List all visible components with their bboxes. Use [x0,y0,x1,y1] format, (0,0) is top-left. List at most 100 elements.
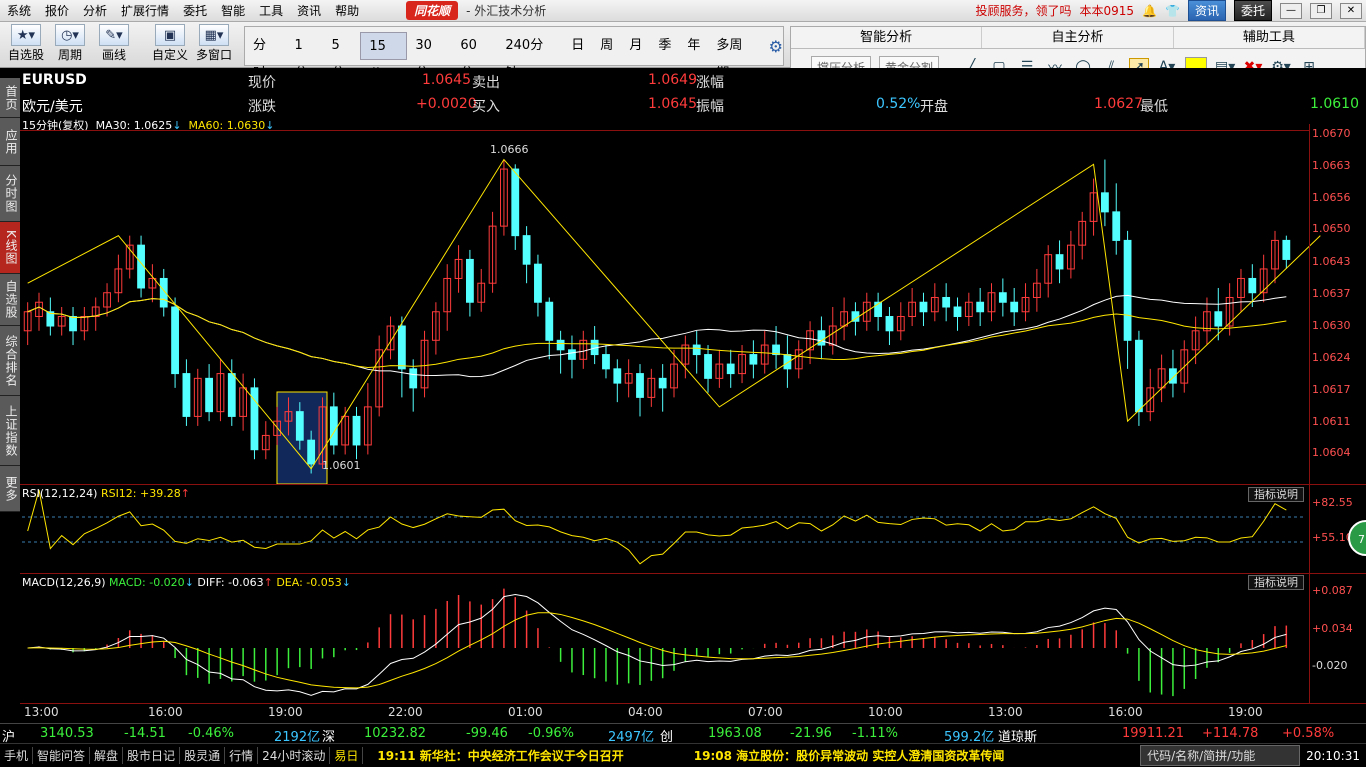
index-pct: -0.46% [188,726,234,741]
price-tick: 1.0663 [1312,159,1351,172]
macd-level: -0.020 [1312,659,1348,672]
price-tick: 1.0630 [1312,319,1351,332]
status-qa[interactable]: 智能问答 [33,747,91,764]
news-ticker-1[interactable]: 19:11 新华社：中央经济工作会议于今日召开 [377,747,623,764]
candle-body [329,406,338,446]
rsi-explain-button[interactable]: 指标说明 [1248,487,1304,502]
candle-body [976,301,985,313]
ma60-line [27,298,1287,368]
candle-body [295,411,304,441]
price-tick: 1.0650 [1312,222,1351,235]
index-value: 19911.21 [1122,726,1185,741]
dea-value: DEA: -0.053 [276,576,342,589]
down-arrow-icon: ↓ [184,576,194,589]
index-change: +114.78 [1202,726,1259,741]
status-quote[interactable]: 行情 [225,747,259,764]
news-ticker-2[interactable]: 19:08 海立股份：股价异常波动 实控人澄清国资改革传闻 [694,747,1005,764]
price-tick: 1.0637 [1312,287,1351,300]
candle-body [885,316,894,332]
price-axis-border [1309,124,1310,704]
macd-separator [20,573,1366,574]
time-tick: 16:00 [148,705,183,719]
macd-level: +0.087 [1312,584,1353,597]
status-analysis[interactable]: 解盘 [90,747,124,764]
candle-body [511,168,520,237]
chart-top-border [20,130,1310,131]
candle-body [556,339,565,351]
candle-body [1282,239,1291,260]
candle-body [919,301,928,313]
candle-body [1169,368,1177,384]
macd-header: MACD(12,26,9) MACD: -0.020↓ DIFF: -0.063… [22,576,351,589]
candle-body [602,354,610,370]
search-input[interactable]: 代码/名称/简拼/功能 [1140,745,1301,766]
rsi-level: +55.10 [1312,531,1353,544]
candle-body [749,354,758,365]
price-tick: 1.0604 [1312,446,1351,459]
candle-body [352,415,361,446]
index-change: -14.51 [124,726,166,741]
index-pct: -1.11% [852,726,898,741]
status-diary[interactable]: 股市日记 [123,747,181,764]
rsi-value: RSI12: +39.28 [100,487,181,500]
candle-body [998,292,1007,303]
index-pct: +0.58% [1282,726,1335,741]
rsi-separator [20,484,1366,485]
high-annotation: 1.0666 [490,143,529,156]
price-tick: 1.0643 [1312,255,1351,268]
candle-body [1214,311,1223,327]
rsi-level: +82.55 [1312,496,1353,509]
candle-body [692,344,701,356]
candle-body [1055,254,1064,270]
candle-body [534,263,542,303]
index-value: 10232.82 [364,726,427,741]
status-stocklink[interactable]: 股灵通 [180,747,226,764]
down-arrow-icon: ↓ [341,576,351,589]
time-tick: 07:00 [748,705,783,719]
macd-value: MACD: -0.020 [109,576,185,589]
candle-body [953,306,962,318]
candle-body [69,316,77,332]
candle-body [1112,211,1121,241]
price-tick: 1.0611 [1312,415,1351,428]
candle-body [1123,239,1132,341]
time-tick: 10:00 [868,705,903,719]
index-change: -99.46 [466,726,508,741]
candle-body [205,377,213,413]
time-tick: 01:00 [508,705,543,719]
candle-body [171,306,179,375]
candle-body [397,325,406,370]
candle-body [227,373,236,417]
price-tick: 1.0656 [1312,191,1351,204]
macd-explain-button[interactable]: 指标说明 [1248,575,1304,590]
candle-body [817,330,826,346]
time-tick: 13:00 [24,705,59,719]
index-bar: 沪 3140.53 -14.51 -0.46% 2192亿 深 10232.82… [0,723,1366,745]
status-mobile[interactable]: 手机 [0,747,34,764]
time-tick: 16:00 [1108,705,1143,719]
candle-body [1010,301,1019,313]
index-pct: -0.96% [528,726,574,741]
time-tick: 04:00 [628,705,663,719]
kline-chart[interactable] [0,0,1366,767]
rsi-label: RSI(12,12,24) [22,487,98,500]
candle-body [466,258,474,303]
candle-body [182,373,191,417]
candle-body [522,235,531,265]
status-24h[interactable]: 24小时滚动 [258,747,331,764]
macd-level: +0.034 [1312,622,1353,635]
index-value: 1963.08 [708,726,762,741]
time-tick: 19:00 [1228,705,1263,719]
rsi-line [27,489,1287,565]
status-yiri[interactable]: 易日 [330,747,364,764]
candle-body [568,349,576,360]
rsi-header: RSI(12,12,24) RSI12: +39.28↑ [22,487,190,500]
up-arrow-icon: ↑ [263,576,273,589]
time-tick: 19:00 [268,705,303,719]
price-tick: 1.0670 [1312,127,1351,140]
candle-body [1135,339,1143,413]
macd-label: MACD(12,26,9) [22,576,106,589]
time-axis-separator [20,703,1366,704]
candle-body [704,354,712,379]
price-tick: 1.0617 [1312,383,1351,396]
